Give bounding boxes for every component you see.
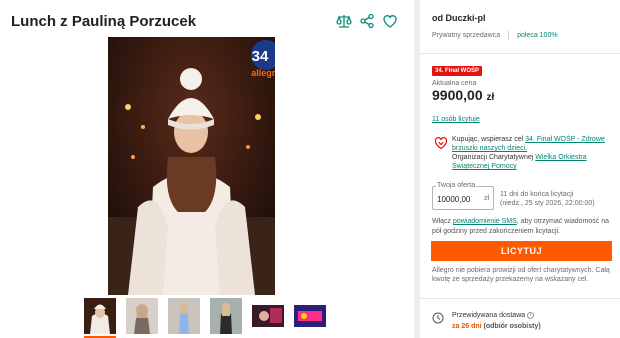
fee-note: Allegro nie pobiera prowizji od ofert ch…	[432, 267, 610, 283]
thumbnail-6[interactable]	[294, 305, 326, 327]
info-icon[interactable]: i	[527, 311, 535, 319]
seller-type: Prywatny sprzedawca	[432, 32, 501, 39]
charity-heart-icon	[434, 136, 448, 150]
price-currency: zł	[486, 92, 495, 103]
bidders-link[interactable]: 11 osób licytuje	[432, 116, 480, 123]
seller-separator	[508, 31, 510, 40]
delivery-days: za 26 dni	[452, 323, 482, 330]
auction-end-info: 11 dni do końca licytacji (niedz., 25 st…	[500, 190, 595, 208]
share-icon[interactable]	[359, 13, 375, 29]
delivery-label: Przewidywana dostawa	[452, 312, 526, 319]
sms-notify-text: Włącz powiadomienie SMS, aby otrzymać wi…	[432, 217, 612, 237]
wosp-badge: 34. Finał WOŚP	[432, 66, 483, 76]
heart-icon[interactable]	[382, 13, 398, 29]
auction-end-date: (niedz., 25 sty 2026, 22:00:00)	[500, 200, 595, 207]
scale-icon[interactable]	[336, 13, 352, 29]
current-price: 9900,00 zł	[432, 87, 494, 103]
thumbnail-3[interactable]	[168, 298, 200, 334]
price-label: Aktualna cena	[432, 80, 477, 87]
page: Lunch z Pauliną Porzucek 34 allegr od Du…	[0, 0, 620, 338]
charity-org-prefix: Organizacji Charytatywnej	[452, 154, 536, 161]
notify-prefix: Włącz	[432, 218, 453, 225]
divider	[420, 298, 620, 299]
auction-end-days: 11 dni do końca licytacji	[500, 191, 574, 198]
sms-notification-link[interactable]: powiadomienie SMS	[453, 218, 517, 225]
charity-info: Kupując, wspierasz cel 34. Finał WOŚP - …	[434, 135, 610, 171]
main-product-image[interactable]: 34 allegro	[108, 37, 275, 295]
offer-panel: od Duczki-pl Prywatny sprzedawca poleca …	[420, 0, 620, 338]
delivery-method: (odbiór osobisty)	[483, 323, 541, 330]
seller-info: Prywatny sprzedawca poleca 100%	[432, 31, 558, 40]
bid-amount-input[interactable]	[437, 195, 481, 204]
charity-prefix: Kupując, wspierasz cel	[452, 136, 526, 143]
product-gallery-card: Lunch z Pauliną Porzucek 34 allegr	[0, 0, 414, 338]
bid-amount-label: Twoja oferta	[436, 182, 477, 189]
bid-currency: zł	[483, 195, 489, 202]
price-value: 9900,00	[432, 87, 483, 103]
thumbnail-5[interactable]	[252, 305, 284, 327]
bid-amount-field[interactable]: Twoja oferta zł	[432, 182, 494, 210]
delivery-info: Przewidywana dostawa i za 26 dni (odbiór …	[432, 310, 541, 332]
divider	[420, 53, 620, 54]
clock-icon	[432, 311, 444, 324]
product-title: Lunch z Pauliną Porzucek	[11, 13, 197, 30]
badge-logo: allegro	[251, 68, 275, 78]
thumbnail-2[interactable]	[126, 298, 158, 334]
product-actions	[336, 13, 398, 29]
thumbnail-1[interactable]	[84, 298, 116, 338]
seller-recommend-link[interactable]: poleca 100%	[517, 32, 557, 39]
badge-number: 34	[252, 48, 269, 65]
thumbnail-strip	[84, 298, 326, 338]
seller-name[interactable]: od Duczki-pl	[432, 13, 486, 23]
thumbnail-4[interactable]	[210, 298, 242, 334]
bid-button[interactable]: LICYTUJ	[431, 241, 612, 261]
